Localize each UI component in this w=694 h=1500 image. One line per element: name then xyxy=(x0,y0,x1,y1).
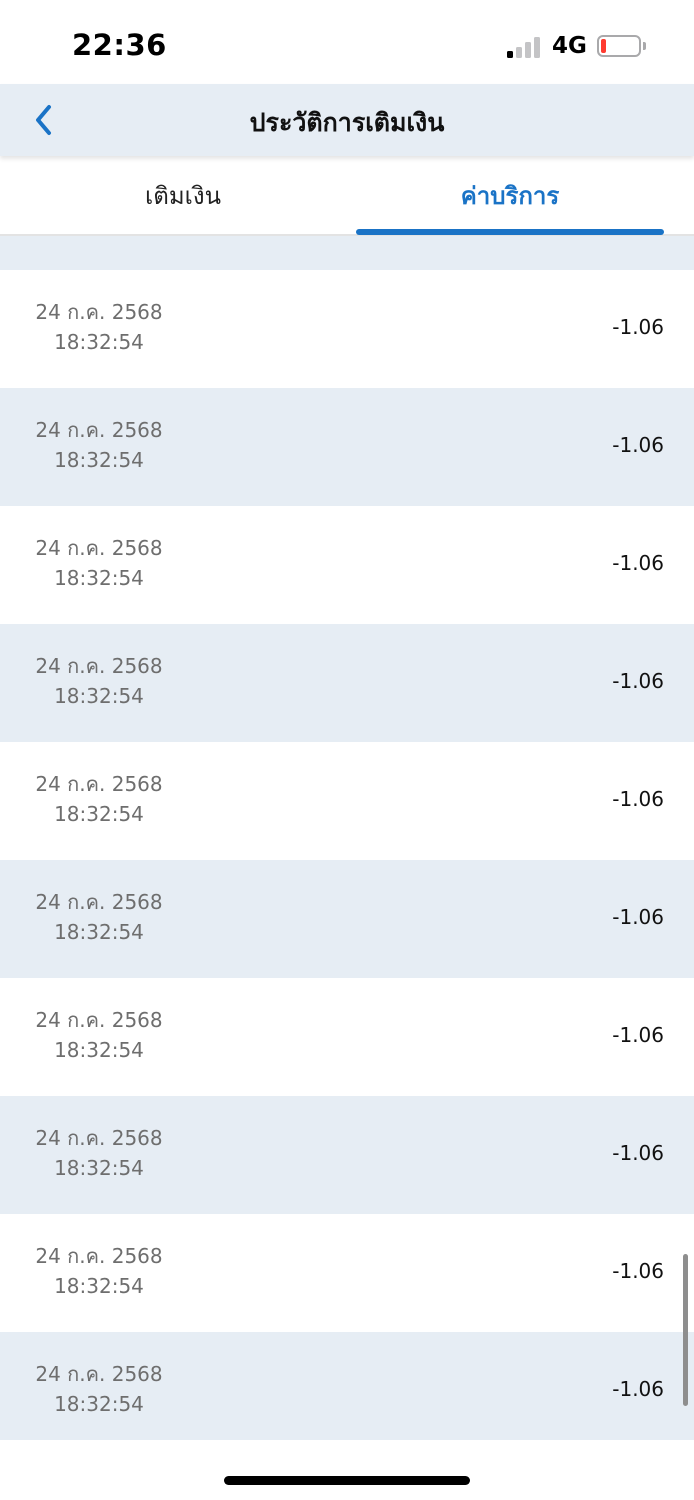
transaction-time: 18:32:54 xyxy=(54,684,144,708)
transaction-amount: -1.06 xyxy=(612,669,664,693)
transaction-time: 18:32:54 xyxy=(54,330,144,354)
status-time: 22:36 xyxy=(72,28,167,62)
transaction-date: 24 ก.ค. 2568 xyxy=(35,418,163,442)
transaction-time: 18:32:54 xyxy=(54,448,144,472)
list-item: 24 ก.ค. 2568 18:32:54 -1.06 xyxy=(0,1214,694,1332)
transaction-amount: -1.06 xyxy=(612,905,664,929)
battery-tip xyxy=(643,42,646,50)
transaction-date: 24 ก.ค. 2568 xyxy=(35,890,163,914)
transaction-time: 18:32:54 xyxy=(54,1038,144,1062)
transaction-rows: 24 ก.ค. 2568 18:32:54 -1.06 24 ก.ค. 2568… xyxy=(0,270,694,1440)
list-item: 24 ก.ค. 2568 18:32:54 -1.06 xyxy=(0,742,694,860)
network-type: 4G xyxy=(552,33,587,59)
transaction-time: 18:32:54 xyxy=(54,566,144,590)
transaction-date: 24 ก.ค. 2568 xyxy=(35,654,163,678)
transaction-date: 24 ก.ค. 2568 xyxy=(35,772,163,796)
transaction-amount: -1.06 xyxy=(612,551,664,575)
transaction-date: 24 ก.ค. 2568 xyxy=(35,1008,163,1032)
signal-bar xyxy=(534,37,540,58)
active-tab-indicator xyxy=(356,229,664,235)
transaction-date: 24 ก.ค. 2568 xyxy=(35,1244,163,1268)
scrollbar[interactable] xyxy=(683,1254,688,1406)
list-item: 24 ก.ค. 2568 18:32:54 -1.06 xyxy=(0,624,694,742)
list-item: 24 ก.ค. 2568 18:32:54 -1.06 xyxy=(0,1096,694,1214)
navigation-bar: ประวัติการเติมเงิน xyxy=(0,84,694,156)
status-bar: 22:36 4G xyxy=(0,0,694,84)
transaction-time: 18:32:54 xyxy=(54,1392,144,1416)
transaction-date: 24 ก.ค. 2568 xyxy=(35,536,163,560)
tab-topup[interactable]: เติมเงิน xyxy=(0,156,366,234)
battery-level-fill xyxy=(601,39,606,53)
signal-bar xyxy=(507,51,513,58)
transaction-time: 18:32:54 xyxy=(54,802,144,826)
transaction-date: 24 ก.ค. 2568 xyxy=(35,300,163,324)
transaction-amount: -1.06 xyxy=(612,1141,664,1165)
tab-bar: เติมเงิน ค่าบริการ xyxy=(0,156,694,236)
battery-icon xyxy=(597,35,641,57)
transaction-amount: -1.06 xyxy=(612,787,664,811)
transaction-list[interactable]: 24 ก.ค. 2568 18:32:54 -1.06 24 ก.ค. 2568… xyxy=(0,236,694,1440)
signal-bar xyxy=(525,42,531,58)
list-top-spacer xyxy=(0,236,694,270)
transaction-time: 18:32:54 xyxy=(54,1274,144,1298)
list-item: 24 ก.ค. 2568 18:32:54 -1.06 xyxy=(0,388,694,506)
list-item: 24 ก.ค. 2568 18:32:54 -1.06 xyxy=(0,860,694,978)
transaction-amount: -1.06 xyxy=(612,433,664,457)
signal-bar xyxy=(516,47,522,58)
transaction-amount: -1.06 xyxy=(612,315,664,339)
home-indicator[interactable] xyxy=(224,1476,470,1485)
list-item: 24 ก.ค. 2568 18:32:54 -1.06 xyxy=(0,978,694,1096)
cellular-signal-icon xyxy=(507,36,543,58)
transaction-amount: -1.06 xyxy=(612,1259,664,1283)
transaction-time: 18:32:54 xyxy=(54,920,144,944)
transaction-date: 24 ก.ค. 2568 xyxy=(35,1362,163,1386)
transaction-time: 18:32:54 xyxy=(54,1156,144,1180)
transaction-amount: -1.06 xyxy=(612,1377,664,1401)
list-item: 24 ก.ค. 2568 18:32:54 -1.06 xyxy=(0,270,694,388)
list-item: 24 ก.ค. 2568 18:32:54 -1.06 xyxy=(0,1332,694,1440)
tab-service-fee[interactable]: ค่าบริการ xyxy=(356,156,664,234)
list-item: 24 ก.ค. 2568 18:32:54 -1.06 xyxy=(0,506,694,624)
page-title: ประวัติการเติมเงิน xyxy=(249,108,445,137)
transaction-date: 24 ก.ค. 2568 xyxy=(35,1126,163,1150)
transaction-amount: -1.06 xyxy=(612,1023,664,1047)
